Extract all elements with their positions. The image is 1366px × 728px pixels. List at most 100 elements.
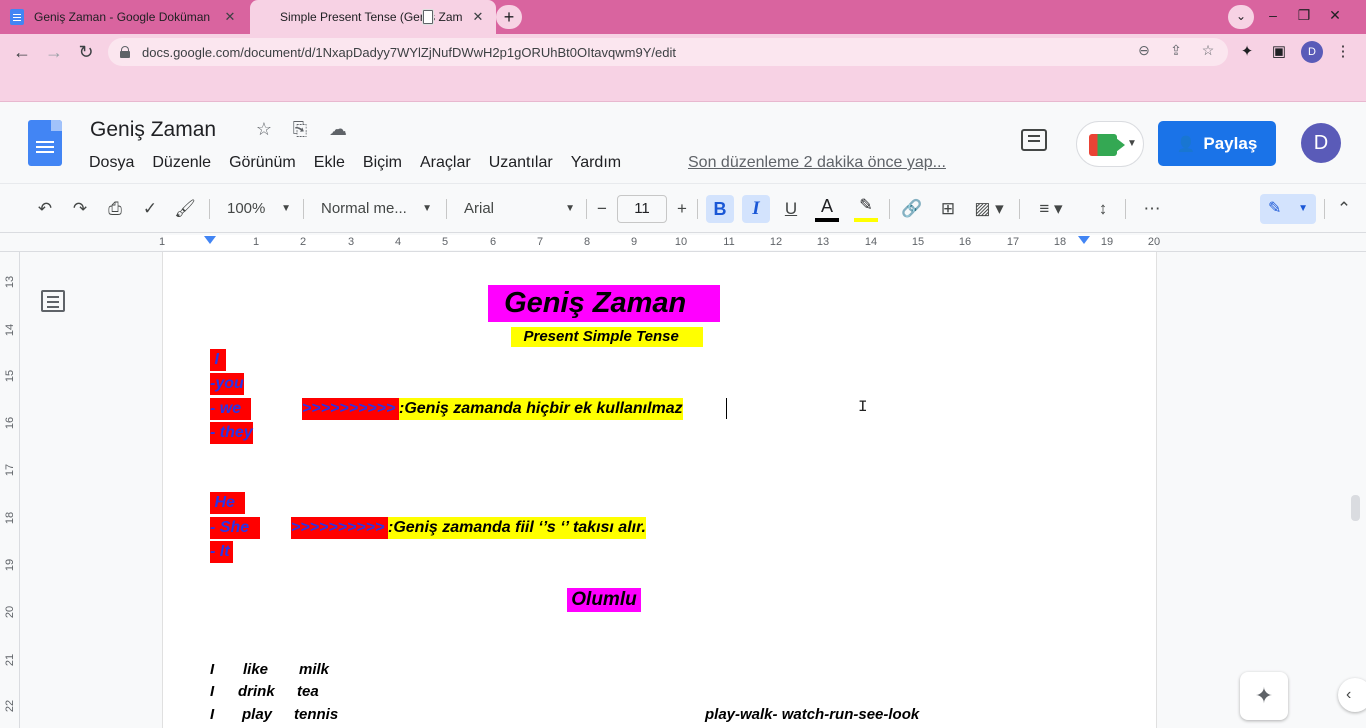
horizontal-ruler[interactable]: 1 1 2 3 4 5 6 7 8 9 10 11 12 13 14 15 16… — [0, 233, 1366, 252]
menu-bicim[interactable]: Biçim — [363, 154, 402, 172]
line-spacing-icon[interactable]: ↕ — [1090, 197, 1116, 221]
document-page[interactable]: Geniş Zaman Present Simple Tense I -you … — [163, 252, 1156, 728]
example-verb: drink — [238, 683, 275, 700]
menu-yardim[interactable]: Yardım — [571, 154, 621, 172]
profile-avatar[interactable]: D — [1301, 41, 1323, 63]
ruler-number: 9 — [630, 236, 638, 248]
vertical-scrollbar[interactable] — [1351, 495, 1360, 521]
ruler-number: 17 — [1006, 236, 1020, 248]
text-color-button[interactable]: A — [814, 194, 840, 222]
menu-araclar[interactable]: Araçlar — [420, 154, 471, 172]
paragraph-style-select[interactable]: Normal me... ▼ — [321, 197, 432, 221]
star-icon[interactable]: ☆ — [253, 119, 275, 140]
extensions-puzzle-icon[interactable]: ✦ — [1236, 42, 1258, 60]
spellcheck-icon[interactable]: ✓ — [138, 197, 162, 221]
chevron-down-icon: ▼ — [565, 203, 575, 214]
close-tab-icon[interactable]: ✕ — [222, 9, 238, 25]
back-arrow-icon[interactable]: ← — [10, 40, 34, 64]
bookmark-star-icon[interactable]: ☆ — [1198, 42, 1218, 59]
tab-search-chevron-icon[interactable]: ⌄ — [1228, 5, 1254, 29]
share-page-icon[interactable]: ⇪ — [1166, 42, 1186, 59]
bold-button[interactable]: B — [706, 195, 734, 223]
google-docs-favicon-icon — [10, 9, 24, 25]
account-avatar[interactable]: D — [1301, 123, 1341, 163]
share-button[interactable]: 👤 Paylaş — [1158, 121, 1276, 166]
window-close-icon[interactable]: ✕ — [1320, 3, 1350, 27]
font-select[interactable]: Arial ▼ — [464, 197, 575, 221]
ruler-number: 6 — [489, 236, 497, 248]
last-edit-link[interactable]: Son düzenleme 2 dakika önce yap... — [688, 154, 946, 172]
ruler-number: 15 — [4, 369, 16, 383]
meet-button[interactable]: ▼ — [1076, 121, 1144, 167]
pronoun-it: - It — [210, 541, 233, 563]
comments-icon[interactable] — [1021, 129, 1047, 151]
left-indent-marker[interactable] — [204, 236, 216, 244]
add-comment-icon[interactable]: ⊞ — [935, 197, 961, 221]
menu-uzantilar[interactable]: Uzantılar — [489, 154, 553, 172]
italic-button[interactable]: I — [742, 195, 770, 223]
toolbar-divider — [1324, 199, 1325, 219]
ruler-number: 18 — [1053, 236, 1067, 248]
close-tab-icon[interactable]: ✕ — [470, 9, 486, 25]
editing-mode-button[interactable]: ✎ ▼ — [1260, 194, 1316, 224]
person-icon: 👤 — [1176, 135, 1196, 153]
right-indent-marker[interactable] — [1078, 236, 1090, 244]
paint-format-icon[interactable]: 🖌 — [173, 197, 197, 221]
new-tab-button[interactable]: + — [496, 5, 522, 29]
decrease-font-size-icon[interactable]: − — [591, 197, 613, 221]
page-favicon-icon — [423, 10, 433, 24]
pronoun-you: -you — [210, 373, 244, 395]
menu-ekle[interactable]: Ekle — [314, 154, 345, 172]
toolbar-divider — [697, 199, 698, 219]
browser-tab-simple-present[interactable]: Simple Present Tense (Geniş Zam ✕ — [250, 0, 496, 34]
ruler-number: 16 — [4, 416, 16, 430]
move-folder-icon[interactable]: ⎘ — [289, 119, 311, 140]
document-title[interactable]: Geniş Zaman — [90, 118, 216, 142]
ruler-number: 4 — [394, 236, 402, 248]
menu-duzenle[interactable]: Düzenle — [152, 154, 211, 172]
address-bar[interactable]: docs.google.com/document/d/1NxapDadyy7WY… — [108, 38, 1228, 66]
redo-icon[interactable]: ↷ — [68, 197, 92, 221]
document-outline-icon[interactable] — [41, 290, 65, 312]
insert-image-icon[interactable]: ▨ ▾ — [969, 197, 1009, 221]
chevron-down-icon: ▼ — [1298, 203, 1308, 214]
insert-link-icon[interactable]: 🔗 — [899, 197, 925, 221]
increase-font-size-icon[interactable]: + — [671, 197, 693, 221]
align-left-icon[interactable]: ≡ ▾ — [1031, 197, 1071, 221]
restore-icon[interactable]: ❐ — [1289, 3, 1319, 27]
print-icon[interactable]: ⎙ — [103, 197, 127, 221]
zoom-icon[interactable]: ⊖ — [1134, 42, 1154, 59]
explore-sparkle-icon[interactable]: ✦ — [1240, 672, 1288, 720]
example-subject: I — [210, 661, 215, 678]
browser-menu-icon[interactable]: ⋮ — [1332, 42, 1354, 60]
font-size-input[interactable]: 11 — [617, 195, 667, 223]
side-panel-chevron-left-icon[interactable]: ‹ — [1338, 678, 1366, 712]
zoom-select[interactable]: 100% ▼ — [227, 197, 291, 221]
ruler-number: 1 — [252, 236, 260, 248]
mouse-ibeam-cursor-icon: I — [858, 398, 868, 416]
menu-gorunum[interactable]: Görünüm — [229, 154, 296, 172]
browser-tab-docs[interactable]: Geniş Zaman - Google Doküman ✕ — [0, 0, 248, 34]
google-docs-logo-icon[interactable] — [28, 120, 62, 166]
more-options-icon[interactable]: ⋯ — [1139, 197, 1165, 221]
rule-s-suffix: :Geniş zamanda fiil ‘’s ‘’ takısı alır. — [388, 517, 646, 539]
forward-arrow-icon[interactable]: → — [42, 40, 66, 64]
cloud-saved-icon[interactable]: ☁ — [327, 119, 349, 140]
chevron-down-icon: ▼ — [422, 203, 432, 214]
menu-dosya[interactable]: Dosya — [89, 154, 134, 172]
tab-title: Simple Present Tense (Geniş Zam — [280, 10, 463, 24]
ruler-number: 14 — [864, 236, 878, 248]
undo-icon[interactable]: ↶ — [33, 197, 57, 221]
ruler-number: 17 — [4, 463, 16, 477]
doc-heading: Geniş Zaman — [488, 285, 720, 322]
meet-camera-icon — [1089, 134, 1125, 156]
highlight-pen-icon[interactable]: ✎ — [852, 194, 880, 222]
collapse-menus-chevron-up-icon[interactable]: ⌃ — [1332, 197, 1356, 221]
ruler-number: 19 — [4, 558, 16, 572]
side-panel-icon[interactable]: ▣ — [1268, 42, 1290, 60]
menu-bar: Dosya Düzenle Görünüm Ekle Biçim Araçlar… — [89, 154, 639, 172]
underline-button[interactable]: U — [779, 197, 803, 221]
minimize-icon[interactable]: – — [1258, 3, 1288, 27]
reload-icon[interactable]: ↻ — [74, 40, 98, 64]
vertical-ruler[interactable]: 13 14 15 16 17 18 19 20 21 22 — [0, 252, 20, 728]
